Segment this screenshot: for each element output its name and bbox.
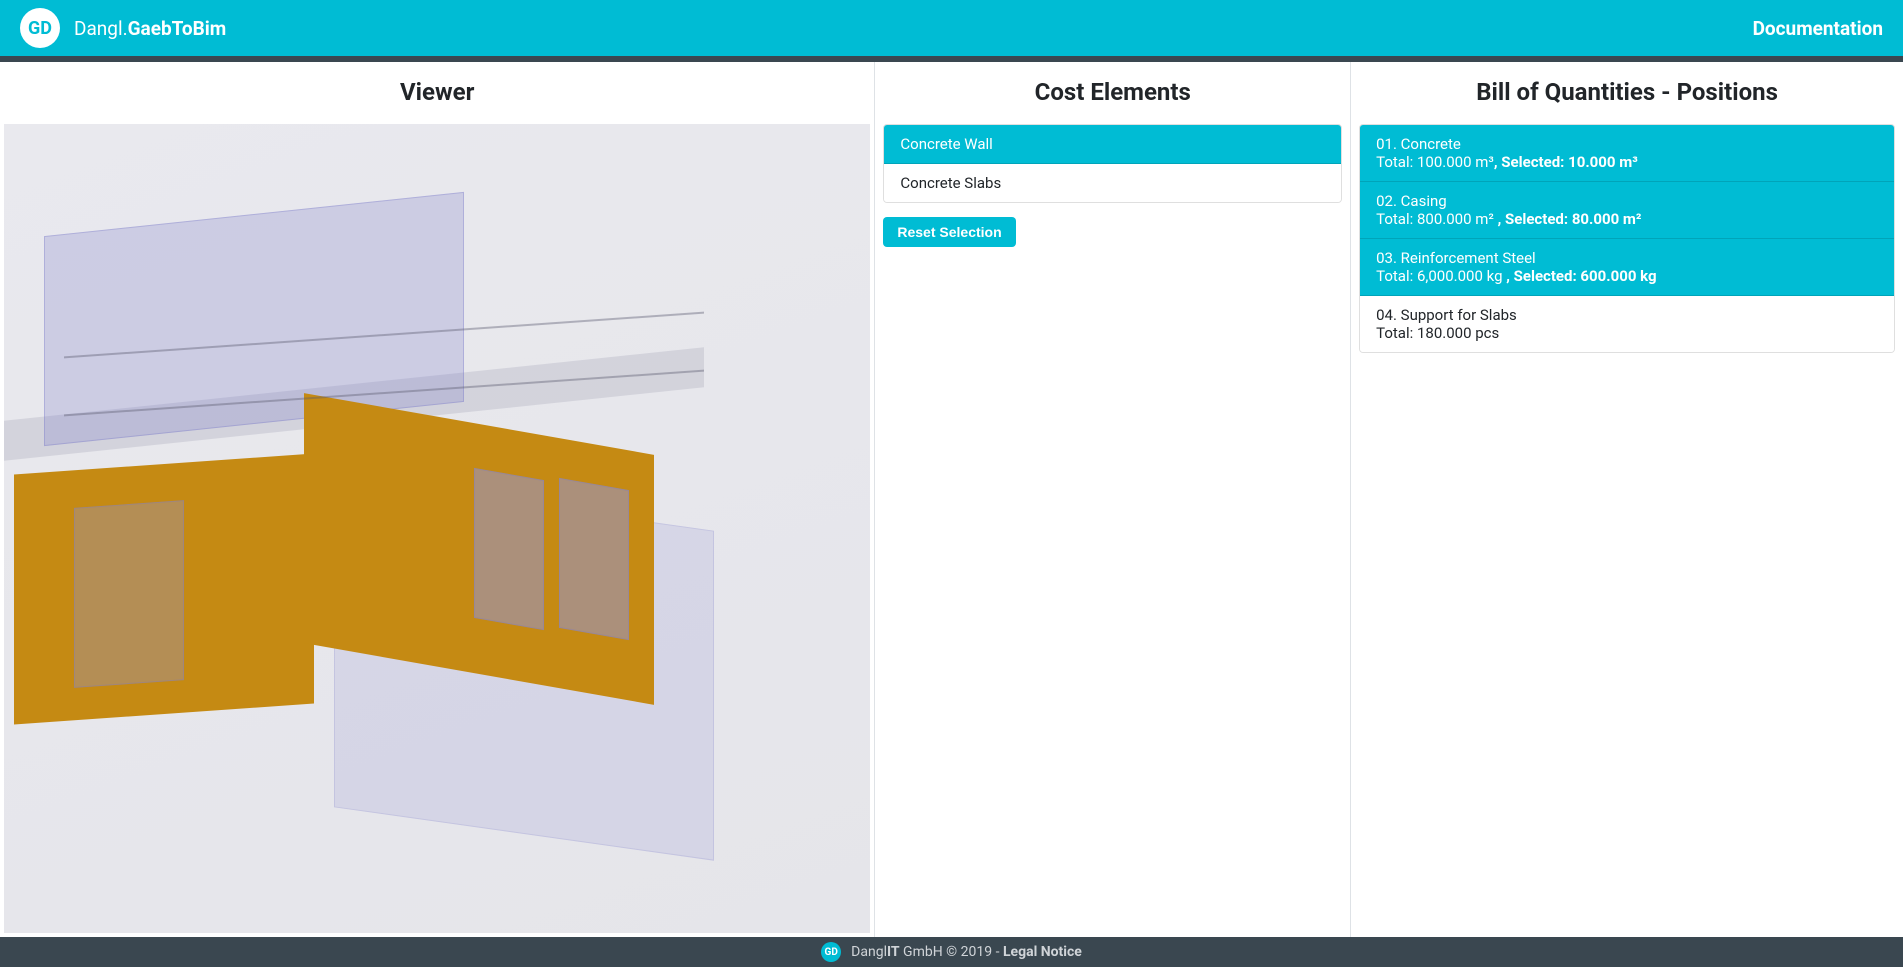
cost-element-item[interactable]: Concrete Slabs [884, 164, 1341, 202]
boq-item-total: Total: 6,000.000 kg [1376, 267, 1506, 285]
cost-elements-panel: Cost Elements Concrete Wall Concrete Sla… [875, 62, 1351, 937]
boq-title: Bill of Quantities - Positions [1351, 62, 1903, 124]
boq-item-total: Total: 100.000 m³ [1376, 153, 1494, 171]
main-content: Viewer Cost Elements Concrete Wall Concr… [0, 62, 1903, 937]
footer-company-light: Dangl [851, 944, 887, 960]
brand-title[interactable]: Dangl.GaebToBim [74, 17, 226, 40]
footer: GD DanglIT GmbH © 2019 - Legal Notice [0, 937, 1903, 967]
brand-logo-icon[interactable]: GD [20, 8, 60, 48]
documentation-link[interactable]: Documentation [1753, 17, 1883, 40]
legal-notice-link[interactable]: Legal Notice [1003, 944, 1082, 960]
boq-item-selected: , Selected: 80.000 m² [1498, 210, 1642, 228]
boq-item-name: 04. Support for Slabs [1376, 306, 1878, 324]
cost-elements-title: Cost Elements [875, 62, 1350, 124]
boq-item[interactable]: 01. Concrete Total: 100.000 m³, Selected… [1360, 125, 1894, 182]
brand-title-bold: GaebToBim [128, 17, 227, 40]
boq-item-quantity: Total: 180.000 pcs [1376, 324, 1878, 342]
navbar-left: GD Dangl.GaebToBim [20, 8, 226, 48]
boq-item-name: 01. Concrete [1376, 135, 1878, 153]
footer-copyright: GmbH © 2019 - [900, 944, 1003, 960]
footer-company-link[interactable]: IT [887, 944, 900, 960]
boq-item-selected: , Selected: 600.000 kg [1506, 267, 1656, 285]
reset-selection-button[interactable]: Reset Selection [883, 217, 1015, 247]
boq-item-total: Total: 800.000 m² [1376, 210, 1497, 228]
boq-item-selected: , Selected: 10.000 m³ [1494, 153, 1638, 171]
viewer-panel: Viewer [0, 62, 875, 937]
boq-item-name: 03. Reinforcement Steel [1376, 249, 1878, 267]
boq-item[interactable]: 02. Casing Total: 800.000 m² , Selected:… [1360, 182, 1894, 239]
brand-title-light: Dangl. [74, 17, 128, 40]
boq-item[interactable]: 03. Reinforcement Steel Total: 6,000.000… [1360, 239, 1894, 296]
viewer-title: Viewer [0, 62, 874, 124]
boq-item-quantity: Total: 800.000 m² , Selected: 80.000 m² [1376, 210, 1878, 228]
boq-item[interactable]: 04. Support for Slabs Total: 180.000 pcs [1360, 296, 1894, 352]
boq-item-name: 02. Casing [1376, 192, 1878, 210]
footer-logo-icon: GD [821, 942, 841, 962]
boq-list: 01. Concrete Total: 100.000 m³, Selected… [1359, 124, 1895, 353]
cost-element-item[interactable]: Concrete Wall [884, 125, 1341, 164]
boq-item-total: Total: 180.000 pcs [1376, 324, 1499, 342]
boq-panel: Bill of Quantities - Positions 01. Concr… [1351, 62, 1903, 937]
boq-item-quantity: Total: 6,000.000 kg , Selected: 600.000 … [1376, 267, 1878, 285]
viewer-3d-canvas[interactable] [4, 124, 870, 933]
top-navbar: GD Dangl.GaebToBim Documentation [0, 0, 1903, 56]
building-3d-render [4, 124, 870, 933]
boq-item-quantity: Total: 100.000 m³, Selected: 10.000 m³ [1376, 153, 1878, 171]
cost-elements-list: Concrete Wall Concrete Slabs [883, 124, 1342, 203]
footer-text: DanglIT GmbH © 2019 - Legal Notice [851, 944, 1082, 960]
